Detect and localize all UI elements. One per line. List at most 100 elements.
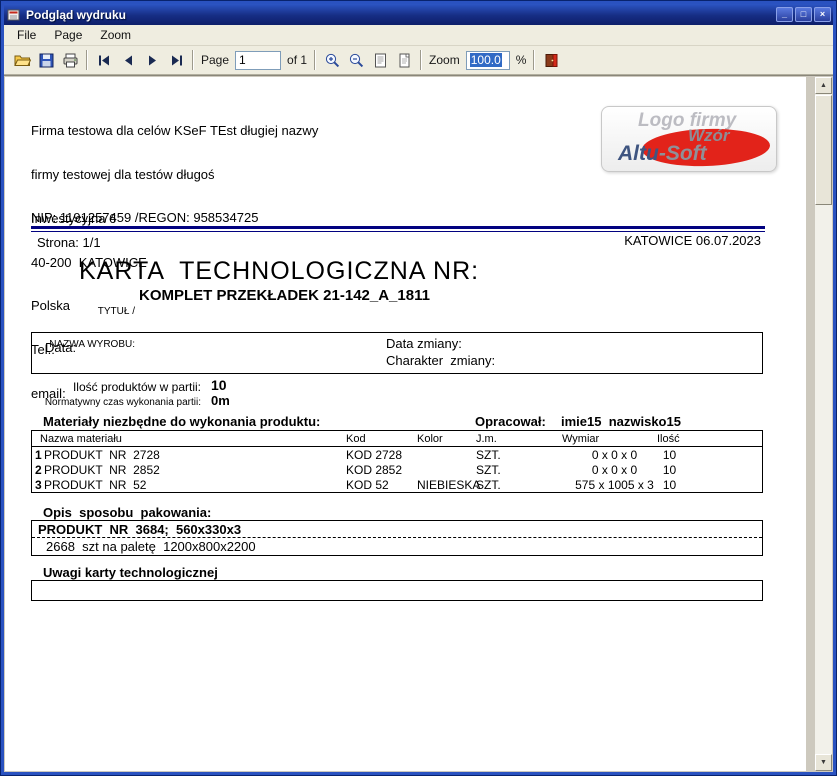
material-quantity: 10: [627, 448, 712, 462]
close-button[interactable]: ×: [814, 7, 831, 22]
page-info: Strona: 1/1: [37, 235, 101, 250]
author-label: Opracował:: [475, 414, 546, 429]
zoom-input[interactable]: 100.0: [466, 51, 510, 70]
batch-quantity-value: 10: [211, 377, 227, 393]
next-page-button[interactable]: [140, 48, 164, 72]
toolbar-separator: [314, 50, 316, 70]
row-number: 1: [35, 448, 42, 462]
zoom-in-icon: [324, 52, 341, 69]
materials-table-header: Nazwa materiału Kod Kolor J.m. Wymiar Il…: [32, 431, 762, 447]
menu-item-file[interactable]: File: [8, 26, 45, 44]
column-header-name: Nazwa materiału: [40, 433, 122, 445]
column-header-color: Kolor: [417, 433, 443, 445]
first-page-icon: [96, 52, 113, 69]
window-icon: [7, 8, 21, 22]
material-unit: SZT.: [476, 463, 501, 477]
packing-box: PRODUKT NR 3684; 560x330x3 2668 szt na p…: [31, 520, 763, 556]
materials-table: Nazwa materiału Kod Kolor J.m. Wymiar Il…: [31, 430, 763, 493]
whole-page-icon: [396, 52, 413, 69]
toolbar-separator: [420, 50, 422, 70]
preview-area: Firma testowa dla celów KSeF TEst długie…: [4, 75, 833, 772]
page-count-label: of 1: [287, 53, 307, 67]
whole-page-button[interactable]: [392, 48, 416, 72]
printer-icon: [62, 52, 79, 69]
material-quantity: 10: [627, 478, 712, 492]
vertical-scrollbar[interactable]: ▲ ▼: [815, 77, 832, 771]
batch-time-value: 0m: [211, 393, 230, 408]
previous-page-button[interactable]: [116, 48, 140, 72]
batch-time-label: Normatywny czas wykonania partii:: [31, 397, 201, 408]
table-row: 3 PRODUKT NR 52 KOD 52 NIEBIESKA SZT. 57…: [32, 477, 762, 492]
place-date: KATOWICE 06.07.2023: [505, 233, 761, 248]
packing-detail: 2668 szt na paletę 1200x800x2200: [32, 538, 762, 555]
change-box: Data: Data zmiany: Charakter zmiany:: [31, 332, 763, 374]
zoom-out-button[interactable]: [344, 48, 368, 72]
document-title: KARTA TECHNOLOGICZNA NR:: [79, 257, 479, 286]
material-unit: SZT.: [476, 478, 501, 492]
first-page-button[interactable]: [92, 48, 116, 72]
page-number-input[interactable]: 1: [235, 51, 281, 70]
page-number-value: 1: [239, 53, 246, 67]
company-name-line-2: firmy testowej dla testów długoś: [31, 168, 318, 183]
notes-header: Uwagi karty technologicznej: [43, 565, 218, 580]
nip-regon-line: NIP: 1191257459 /REGON: 958534725: [31, 210, 258, 225]
row-number: 3: [35, 478, 42, 492]
material-code: KOD 52: [346, 478, 389, 492]
last-page-button[interactable]: [164, 48, 188, 72]
maximize-button[interactable]: □: [795, 7, 812, 22]
document-page: Firma testowa dla celów KSeF TEst długie…: [5, 77, 806, 771]
toolbar: Page 1 of 1 Zoom 100.0 %: [4, 46, 833, 75]
product-name: KOMPLET PRZEKŁADEK 21-142_A_1811: [139, 287, 430, 304]
header-rule-thin: [31, 231, 765, 232]
material-name: PRODUKT NR 52: [44, 478, 146, 492]
material-code: KOD 2728: [346, 448, 402, 462]
logo-brand-altu: Altu: [618, 142, 659, 165]
row-number: 2: [35, 463, 42, 477]
table-row: 1 PRODUKT NR 2728 KOD 2728 SZT. 0 x 0 x …: [32, 447, 762, 462]
scrollbar-thumb[interactable]: [815, 95, 832, 205]
save-button[interactable]: [34, 48, 58, 72]
print-preview-window: Podgląd wydruku _ □ × File Page Zoom: [0, 0, 837, 776]
menu-item-zoom[interactable]: Zoom: [91, 26, 140, 44]
page-label: Page: [201, 53, 229, 67]
scroll-down-button[interactable]: ▼: [815, 754, 832, 771]
zoom-value: 100.0: [470, 53, 502, 67]
subtitle-label-line1: TYTUŁ /: [25, 306, 135, 317]
logo-brand-text: Altu-Soft: [618, 142, 707, 166]
exit-preview-button[interactable]: [539, 48, 563, 72]
packing-item: PRODUKT NR 3684; 560x330x3: [32, 521, 762, 538]
material-color: NIEBIESKA: [417, 478, 480, 492]
column-header-unit: J.m.: [476, 433, 497, 445]
notes-box: [31, 580, 763, 601]
column-header-code: Kod: [346, 433, 366, 445]
fit-width-button[interactable]: [368, 48, 392, 72]
scroll-up-button[interactable]: ▲: [815, 77, 832, 94]
change-type-label: Charakter zmiany:: [386, 353, 495, 368]
toolbar-separator: [86, 50, 88, 70]
last-page-icon: [168, 52, 185, 69]
materials-header: Materiały niezbędne do wykonania produkt…: [43, 414, 320, 429]
minimize-button[interactable]: _: [776, 7, 793, 22]
company-logo: Logo firmy Wzór Altu-Soft: [601, 106, 777, 172]
column-header-dimensions: Wymiar: [562, 433, 599, 445]
batch-quantity-label: Ilość produktów w partii:: [31, 380, 201, 394]
material-code: KOD 2852: [346, 463, 402, 477]
zoom-in-button[interactable]: [320, 48, 344, 72]
title-bar[interactable]: Podgląd wydruku _ □ ×: [4, 4, 833, 25]
material-name: PRODUKT NR 2728: [44, 448, 160, 462]
toolbar-separator: [192, 50, 194, 70]
material-unit: SZT.: [476, 448, 501, 462]
column-header-quantity: Ilość: [657, 433, 680, 445]
company-name-line-1: Firma testowa dla celów KSeF TEst długie…: [31, 124, 318, 139]
menu-item-page[interactable]: Page: [45, 26, 91, 44]
zoom-out-icon: [348, 52, 365, 69]
exit-door-icon: [543, 52, 560, 69]
author-value: imie15 nazwisko15: [561, 414, 681, 429]
window-title: Podgląd wydruku: [26, 8, 126, 22]
open-button[interactable]: [10, 48, 34, 72]
folder-open-icon: [14, 52, 31, 69]
floppy-disk-icon: [38, 52, 55, 69]
change-date-label: Data zmiany:: [386, 336, 462, 351]
date-label: Data:: [45, 340, 76, 355]
print-button[interactable]: [58, 48, 82, 72]
